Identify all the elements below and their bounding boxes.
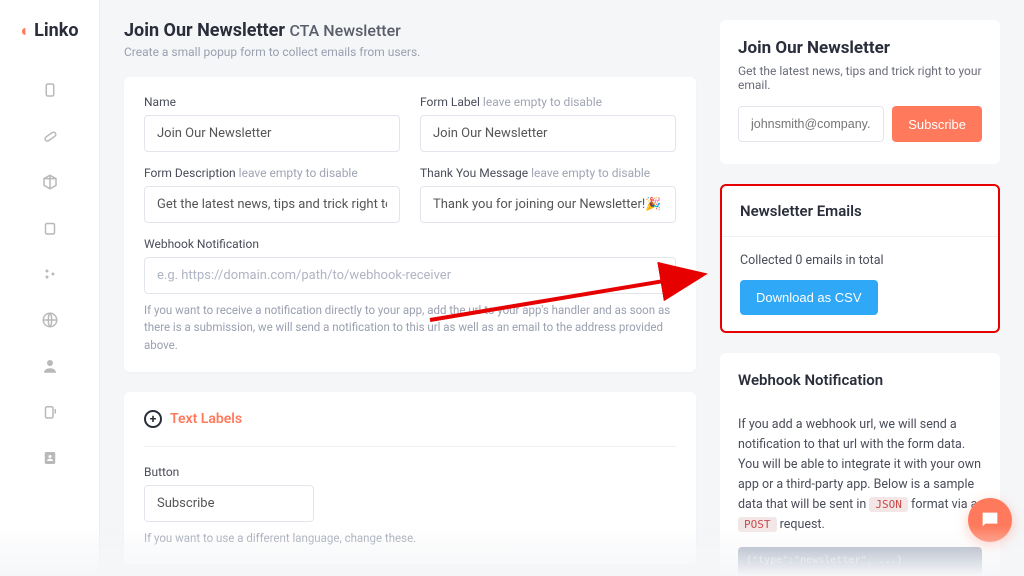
collected-count: Collected 0 emails in total xyxy=(740,253,980,268)
name-input[interactable] xyxy=(144,115,400,152)
name-label: Name xyxy=(144,95,400,109)
nav-globe-icon[interactable] xyxy=(41,311,59,329)
nav-user-icon[interactable] xyxy=(41,357,59,375)
button-text-input[interactable] xyxy=(144,485,314,522)
text-labels-toggle[interactable]: + Text Labels xyxy=(144,410,676,428)
desc-input[interactable] xyxy=(144,186,400,223)
logo-mark-icon: ◐ xyxy=(20,21,30,41)
preview-title: Join Our Newsletter xyxy=(738,38,982,58)
json-pill: JSON xyxy=(869,497,908,512)
newsletter-emails-card: Newsletter Emails Collected 0 emails in … xyxy=(720,184,1000,333)
nav-copy-icon[interactable] xyxy=(41,219,59,237)
formlabel-input[interactable] xyxy=(420,115,676,152)
json-sample-block: {"type":"newsletter", ...} xyxy=(738,547,982,576)
webhook-info-text: If you add a webhook url, we will send a… xyxy=(738,415,982,535)
webhook-input[interactable] xyxy=(144,257,676,294)
nav-battery-icon[interactable] xyxy=(41,81,59,99)
page-title-badge: CTA Newsletter xyxy=(289,21,400,40)
chat-icon xyxy=(979,509,1001,531)
chat-fab[interactable] xyxy=(968,498,1012,542)
brand-name: Linko xyxy=(34,20,78,41)
post-pill: POST xyxy=(738,517,777,532)
button-help: If you want to use a different language,… xyxy=(144,530,676,547)
webhook-help: If you want to receive a notification di… xyxy=(144,302,676,354)
preview-subscribe-button[interactable]: Subscribe xyxy=(892,106,982,142)
emails-title: Newsletter Emails xyxy=(722,186,998,237)
desc-label: Form Description leave empty to disable xyxy=(144,166,400,180)
button-field-label: Button xyxy=(144,465,314,479)
logo[interactable]: ◐ Linko xyxy=(20,20,78,41)
preview-card: Join Our Newsletter Get the latest news,… xyxy=(720,20,1000,164)
plus-icon: + xyxy=(144,410,162,428)
nav-cube-icon[interactable] xyxy=(41,173,59,191)
form-card: Name Form Label leave empty to disable xyxy=(124,77,696,372)
nav-contact-icon[interactable] xyxy=(41,449,59,467)
text-labels-card: + Text Labels Button If you want to use … xyxy=(124,392,696,565)
nav-dots-icon[interactable] xyxy=(41,265,59,283)
webhook-info-title: Webhook Notification xyxy=(738,371,982,389)
page-title: Join Our Newsletter CTA Newsletter xyxy=(124,20,696,41)
download-csv-button[interactable]: Download as CSV xyxy=(740,280,878,315)
webhook-label: Webhook Notification xyxy=(144,237,676,251)
webhook-info-card: Webhook Notification If you add a webhoo… xyxy=(720,353,1000,576)
preview-email-input[interactable] xyxy=(738,106,884,142)
preview-desc: Get the latest news, tips and trick righ… xyxy=(738,64,982,92)
page-subtitle: Create a small popup form to collect ema… xyxy=(124,45,696,59)
nav-battery-alert-icon[interactable] xyxy=(41,403,59,421)
thanks-label: Thank You Message leave empty to disable xyxy=(420,166,676,180)
sidebar: ◐ Linko xyxy=(0,0,100,576)
nav-pill-icon[interactable] xyxy=(41,127,59,145)
formlabel-label: Form Label leave empty to disable xyxy=(420,95,676,109)
thanks-input[interactable] xyxy=(420,186,676,223)
